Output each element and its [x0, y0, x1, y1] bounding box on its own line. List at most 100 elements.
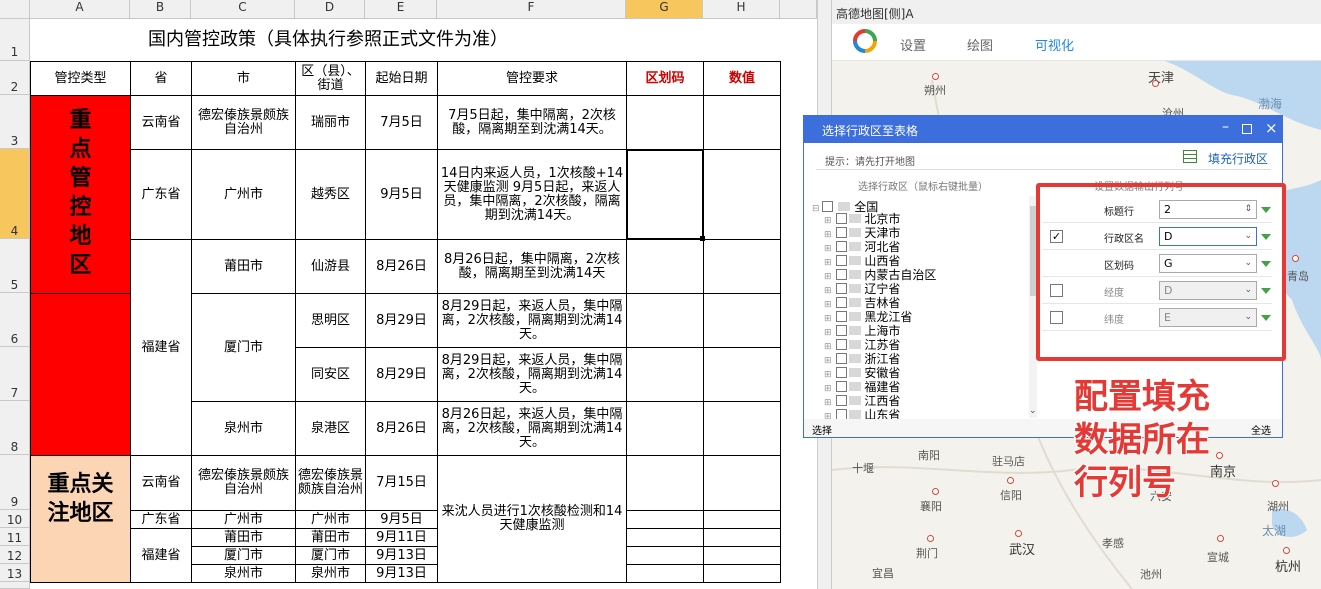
cell-province[interactable]: 广东省 — [130, 510, 192, 529]
cell-requirement[interactable]: 8月29日起，来返人员，集中隔离，2次核酸，隔离期到沈满14天。 — [437, 293, 627, 348]
tree-item[interactable]: ⊞ 内蒙古自治区 — [824, 268, 936, 282]
cell-value[interactable] — [703, 239, 781, 294]
cell-date[interactable]: 8月29日 — [365, 347, 438, 402]
dialog-title-bar[interactable]: 选择行政区至表格 – × — [804, 116, 1282, 143]
cell-code[interactable] — [626, 564, 704, 583]
cell-code[interactable] — [626, 528, 704, 547]
cell-value[interactable] — [703, 455, 781, 511]
tree-item[interactable]: ⊞ 安徽省 — [824, 366, 900, 380]
expand-icon[interactable]: ⊞ — [824, 398, 832, 408]
cell-date[interactable]: 8月26日 — [365, 401, 438, 456]
expand-icon[interactable]: ⊞ — [824, 244, 832, 254]
tab-visualize[interactable]: 可视化 — [1035, 35, 1074, 54]
cell-date[interactable]: 9月5日 — [365, 510, 438, 529]
row-header[interactable]: 6 — [0, 293, 30, 347]
cell-code[interactable] — [626, 510, 704, 529]
expand-icon[interactable]: ⊞ — [824, 328, 832, 338]
minimize-icon[interactable]: – — [1222, 119, 1229, 135]
cell-district[interactable]: 同安区 — [295, 347, 366, 402]
cell-value[interactable] — [703, 546, 781, 565]
cell-district[interactable]: 莆田市 — [295, 528, 366, 547]
header-value[interactable]: 数值 — [703, 61, 781, 96]
cell-province[interactable]: 云南省 — [130, 95, 192, 150]
tree-item[interactable]: ⊞ 北京市 — [824, 212, 900, 226]
city-marker[interactable] — [932, 73, 939, 80]
tree-checkbox[interactable] — [835, 213, 847, 224]
expand-icon[interactable]: ⊞ — [824, 230, 832, 240]
cell-date[interactable]: 9月13日 — [365, 546, 438, 565]
city-marker[interactable] — [1015, 530, 1022, 537]
cell-code[interactable] — [626, 401, 704, 456]
city-marker[interactable] — [1283, 547, 1290, 554]
city-marker[interactable] — [1217, 535, 1224, 542]
row-header[interactable]: 4 — [0, 149, 30, 239]
tree-item[interactable]: ⊞ 天津市 — [824, 226, 900, 240]
cell-value[interactable] — [703, 564, 781, 583]
row-header[interactable]: 5 — [0, 239, 30, 293]
row-header[interactable]: 10 — [0, 510, 30, 528]
expand-icon[interactable]: ⊞ — [824, 412, 832, 419]
cell-date[interactable]: 7月5日 — [365, 95, 438, 150]
select-label[interactable]: 选择 — [812, 422, 832, 437]
expand-icon[interactable]: ⊞ — [824, 272, 832, 282]
city-marker[interactable] — [1272, 480, 1279, 487]
city-marker[interactable] — [1007, 477, 1014, 484]
cell-district[interactable]: 思明区 — [295, 293, 366, 348]
tree-item[interactable]: ⊞ 江苏省 — [824, 338, 900, 352]
maximize-icon[interactable] — [1242, 124, 1252, 134]
tree-checkbox[interactable] — [835, 255, 847, 266]
city-marker[interactable] — [1152, 80, 1159, 87]
cell-value[interactable] — [703, 401, 781, 456]
expand-icon[interactable]: ⊞ — [824, 384, 832, 394]
col-header-f[interactable]: F — [437, 0, 626, 19]
expand-icon[interactable]: ⊞ — [824, 300, 832, 310]
city-marker[interactable] — [932, 488, 939, 495]
cell-district[interactable]: 泉州市 — [295, 564, 366, 583]
city-marker[interactable] — [1292, 255, 1299, 262]
header-district[interactable]: 区（县）、街道 — [295, 61, 366, 96]
cell-city[interactable]: 广州市 — [191, 510, 296, 529]
cell-date[interactable]: 7月15日 — [365, 455, 438, 511]
cell-city[interactable]: 莆田市 — [191, 528, 296, 547]
cell-requirement[interactable]: 8月26日起，来返人员，集中隔离，2次核酸，隔离期到沈满14天。 — [437, 401, 627, 456]
cell-value[interactable] — [703, 510, 781, 529]
col-header-g[interactable]: G — [626, 0, 703, 19]
header-requirement[interactable]: 管控要求 — [437, 61, 627, 96]
fill-handle[interactable] — [700, 236, 705, 241]
region-tree[interactable]: ⊟ 全国 ⊞ 北京市 ⊞ 天津市 ⊞ 河北省 ⊞ 山西省 ⊞ 内蒙古自治区 ⊞ 辽宁省 ⊞ … — [810, 194, 1040, 419]
cell-code[interactable] — [626, 239, 704, 294]
cell-district[interactable]: 德宏傣族景颇族自治州 — [295, 455, 366, 511]
col-header-b[interactable]: B — [130, 0, 191, 19]
tree-checkbox[interactable] — [835, 409, 847, 419]
cell-code[interactable] — [626, 293, 704, 348]
cell-code[interactable] — [626, 347, 704, 402]
select-all-corner[interactable] — [0, 0, 30, 19]
tree-checkbox[interactable] — [835, 269, 847, 280]
cell-city[interactable]: 广州市 — [191, 149, 296, 240]
cell-date[interactable]: 9月5日 — [365, 149, 438, 240]
cell-province[interactable]: 云南省 — [130, 455, 192, 511]
row-header[interactable]: 7 — [0, 347, 30, 401]
cell-date[interactable]: 9月11日 — [365, 528, 438, 547]
tree-checkbox[interactable] — [835, 353, 847, 364]
active-cell-code[interactable] — [626, 149, 704, 240]
tree-item[interactable]: ⊞ 山西省 — [824, 254, 900, 268]
row-header[interactable]: 11 — [0, 528, 30, 546]
spreadsheet[interactable]: A B C D E F G H 1 2 3 4 5 6 7 8 9 10 11 … — [0, 0, 817, 589]
cell-city[interactable]: 泉州市 — [191, 401, 296, 456]
cell-date[interactable]: 9月13日 — [365, 564, 438, 583]
tree-item[interactable]: ⊞ 吉林省 — [824, 296, 900, 310]
cell-code[interactable] — [626, 546, 704, 565]
expand-icon[interactable]: ⊞ — [824, 356, 832, 366]
tree-checkbox[interactable] — [835, 297, 847, 308]
cell-district[interactable]: 越秀区 — [295, 149, 366, 240]
cell-value[interactable] — [703, 293, 781, 348]
row-header[interactable]: 1 — [0, 19, 30, 61]
tree-item[interactable]: ⊞ 福建省 — [824, 380, 900, 394]
row-header[interactable]: 3 — [0, 95, 30, 149]
tree-checkbox[interactable] — [835, 381, 847, 392]
expand-icon[interactable]: ⊞ — [824, 286, 832, 296]
col-header-a[interactable]: A — [30, 0, 130, 19]
cell-code[interactable] — [626, 95, 704, 150]
header-start-date[interactable]: 起始日期 — [365, 61, 438, 96]
